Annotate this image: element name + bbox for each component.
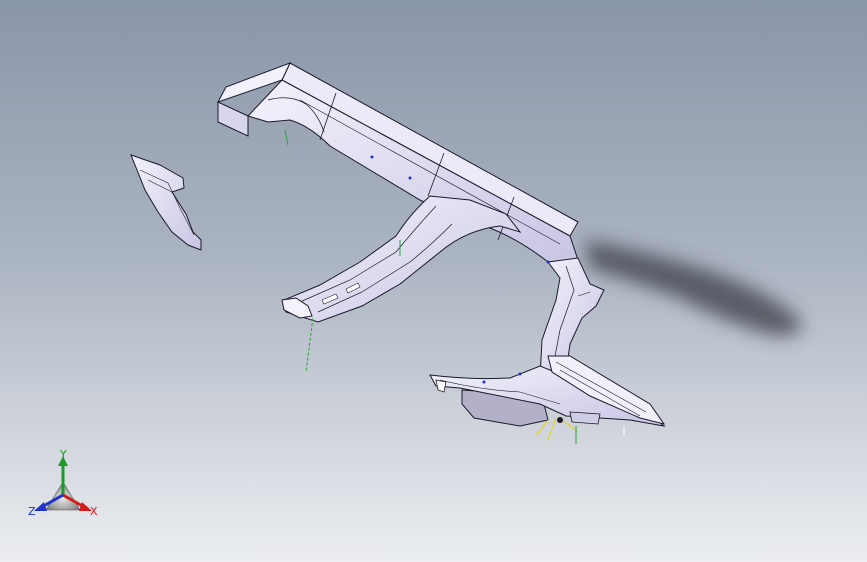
triad-y-label: Y bbox=[59, 448, 67, 461]
graphics-viewport[interactable]: Y X Z bbox=[0, 0, 867, 562]
cad-scene[interactable]: Y X Z bbox=[0, 0, 867, 562]
assembly-shadow bbox=[585, 240, 801, 336]
detached-bracket-part[interactable] bbox=[130, 154, 202, 251]
triad-x-label: X bbox=[90, 505, 98, 518]
view-triad[interactable]: Y X Z bbox=[28, 448, 98, 518]
cross-member-part[interactable] bbox=[281, 195, 522, 323]
triad-z-label: Z bbox=[28, 505, 36, 518]
